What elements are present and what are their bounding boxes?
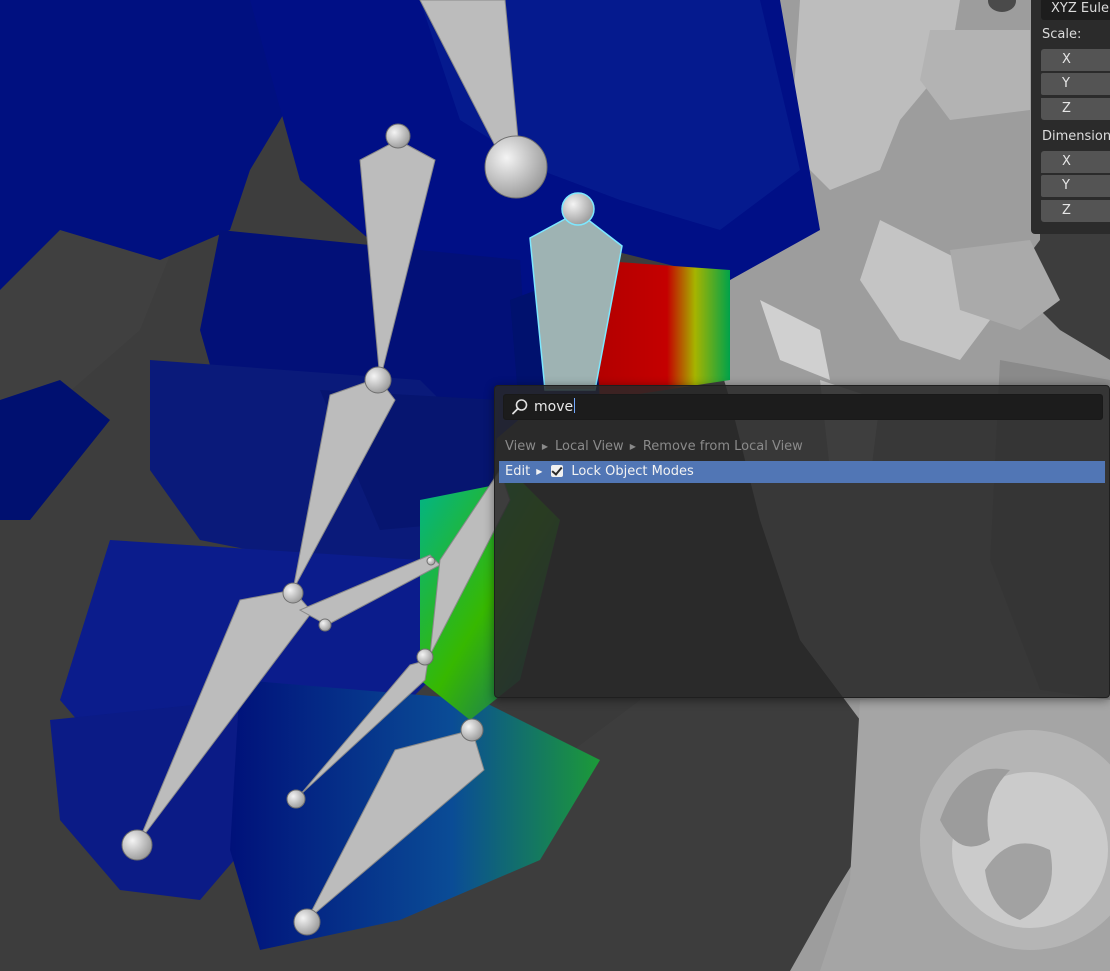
caret-right-icon: ▶ (536, 467, 543, 476)
checkbox-checked-icon[interactable] (551, 465, 564, 477)
caret-right-icon: ▶ (629, 442, 636, 451)
search-icon (512, 399, 528, 415)
dimensions-label: Dimensions: (1042, 129, 1110, 144)
result-label: Lock Object Modes (571, 464, 694, 479)
result-label: Remove from Local View (642, 439, 803, 454)
selected-bone-head (561, 192, 595, 226)
search-field[interactable]: move (503, 394, 1103, 420)
scale-x-field[interactable]: X (1041, 49, 1110, 71)
scale-z-field[interactable]: Z (1041, 98, 1110, 120)
caret-right-icon: ▶ (541, 442, 549, 451)
result-path-1: Local View (555, 439, 624, 454)
scale-label: Scale: (1042, 27, 1082, 42)
dimension-x-field[interactable]: X (1041, 151, 1110, 173)
dimension-z-field[interactable]: Z (1041, 200, 1110, 222)
dimension-y-field[interactable]: Y (1041, 175, 1110, 197)
transform-sidebar: XYZ Euler Scale: X Y Z Dimensions: X Y Z (1031, 0, 1110, 234)
operator-search-popup: move View ▶ Local View ▶ Remove from Local V… (494, 385, 1110, 698)
search-result-remove-from-local-view[interactable]: View ▶ Local View ▶ Remove from Local View (499, 436, 1105, 458)
text-cursor (574, 398, 576, 413)
rotation-mode-dropdown[interactable]: XYZ Euler (1041, 0, 1110, 20)
search-result-lock-object-modes[interactable]: Edit ▶ Lock Object Modes (499, 461, 1105, 483)
scale-y-field[interactable]: Y (1041, 73, 1110, 95)
result-path-0: Edit (505, 464, 531, 479)
search-input[interactable]: move (534, 398, 576, 415)
result-path-0: View (505, 439, 536, 454)
